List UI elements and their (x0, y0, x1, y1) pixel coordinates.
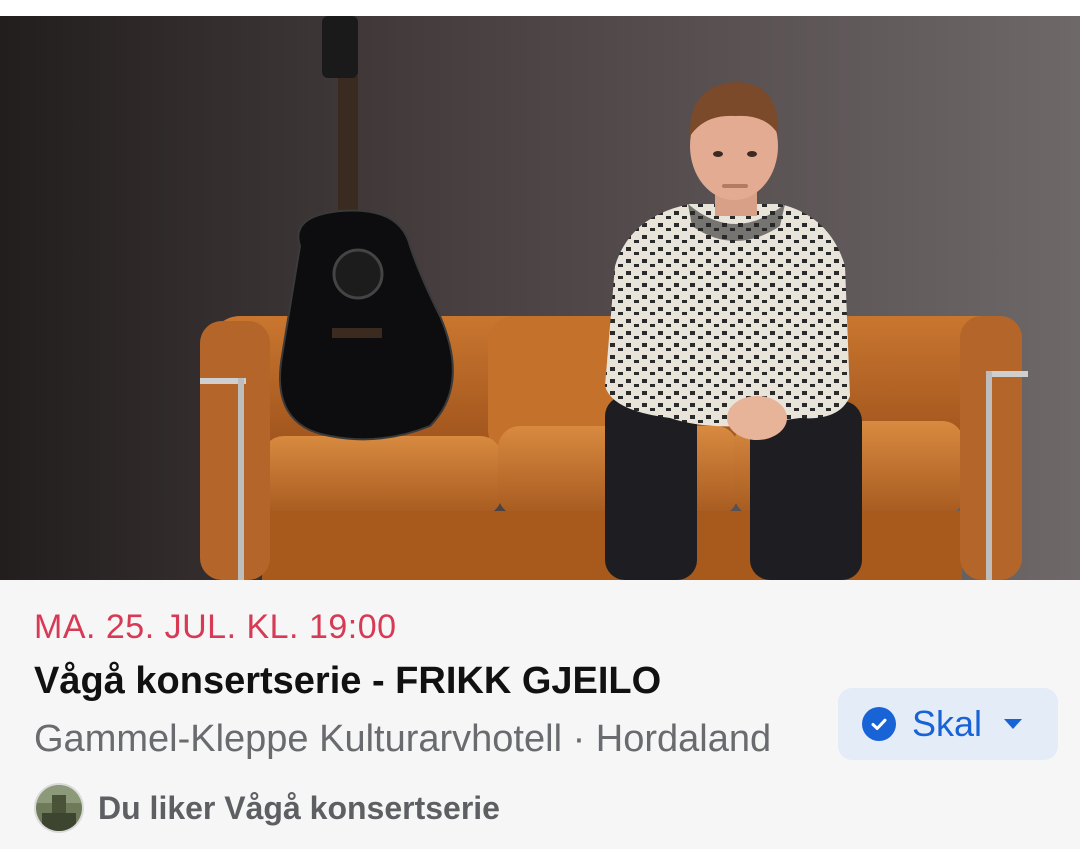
checkmark-glyph (871, 718, 887, 730)
event-title[interactable]: Vågå konsertserie - FRIKK GJEILO (34, 660, 661, 703)
rsvp-label: Skal (912, 703, 983, 744)
avatar-image (36, 785, 82, 831)
event-cover-photo[interactable] (0, 16, 1080, 580)
event-location: Gammel-Kleppe Kulturarvhotell · Hordalan… (34, 718, 772, 760)
cover-illustration (0, 16, 1080, 580)
rsvp-going-button[interactable]: Skal (838, 688, 1058, 760)
liked-by-row: Du liker Vågå konsertserie (34, 783, 500, 833)
liked-by-text: Du liker Vågå konsertserie (98, 789, 500, 826)
check-circle-icon (862, 707, 896, 741)
page-avatar[interactable] (34, 783, 84, 833)
event-date: MA. 25. JUL. KL. 19:00 (34, 608, 397, 646)
top-strip (0, 0, 1080, 16)
caret-down-icon (1004, 719, 1023, 729)
